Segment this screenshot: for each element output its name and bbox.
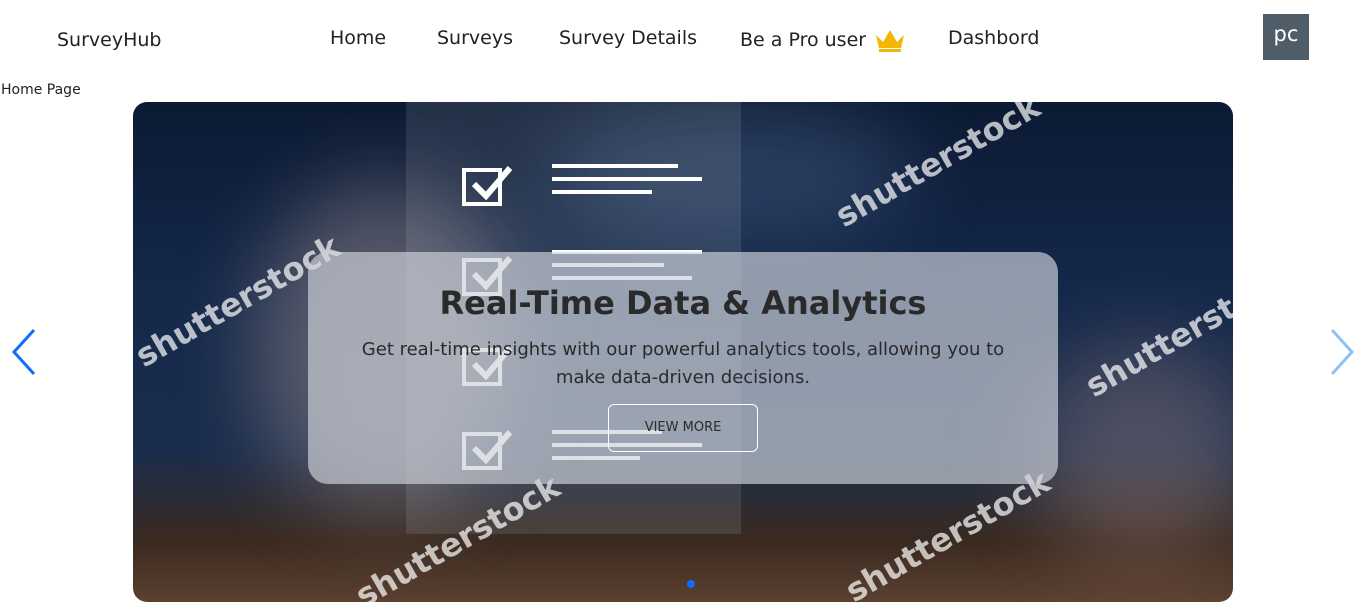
brand-logo[interactable]: SurveyHub (57, 29, 161, 51)
carousel-next-icon[interactable] (1326, 326, 1360, 378)
carousel-indicator[interactable] (687, 580, 695, 588)
nav-pro-user[interactable]: Be a Pro user (740, 27, 906, 53)
nav-surveys[interactable]: Surveys (437, 27, 513, 49)
crown-icon (876, 30, 905, 52)
nav-pro-label: Be a Pro user (740, 29, 867, 51)
nav-survey-details[interactable]: Survey Details (559, 27, 697, 49)
caption-title: Real-Time Data & Analytics (439, 284, 927, 322)
checkmark-icon (471, 166, 513, 201)
nav-home[interactable]: Home (330, 27, 386, 49)
breadcrumb: Home Page (1, 82, 81, 98)
carousel-prev-icon[interactable] (6, 326, 40, 378)
caption-text: Get real-time insights with our powerful… (361, 339, 1005, 388)
nav-dashboard[interactable]: Dashbord (948, 27, 1039, 49)
view-more-button[interactable]: VIEW MORE (608, 404, 758, 452)
avatar[interactable]: pc (1263, 14, 1309, 60)
carousel-caption: Real-Time Data & Analytics Get real-time… (308, 252, 1058, 484)
top-navbar: SurveyHub Home Surveys Survey Details Be… (0, 0, 1366, 80)
